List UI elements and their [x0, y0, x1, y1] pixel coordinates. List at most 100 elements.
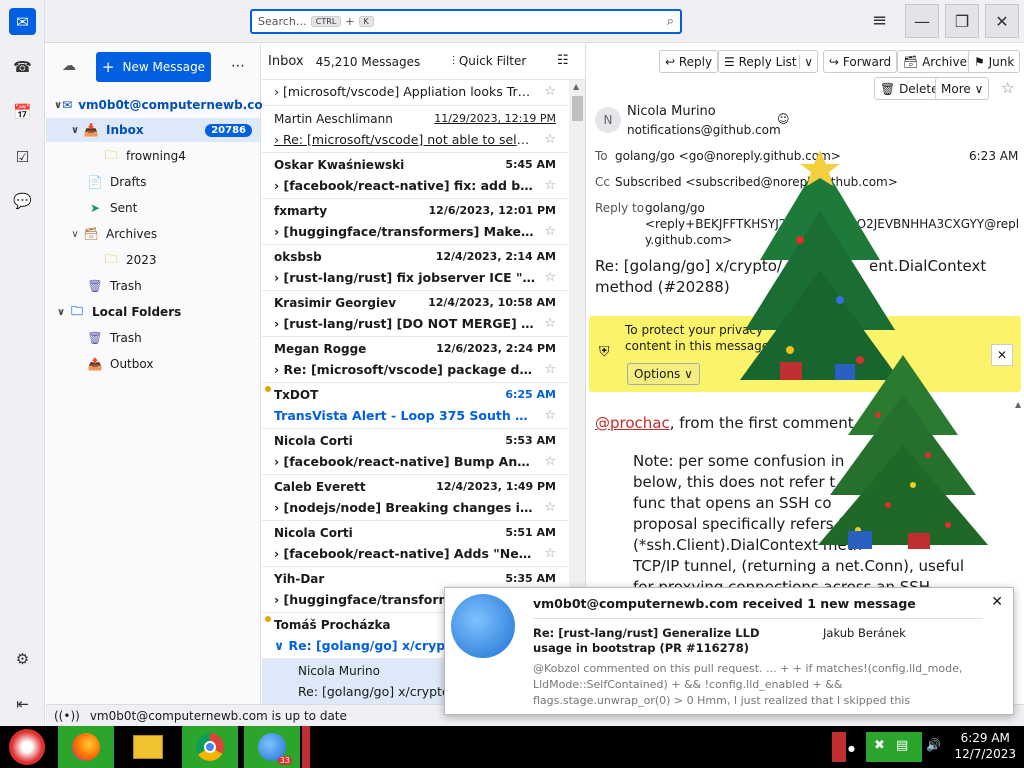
reply-list-button[interactable]: ☰ Reply List ∨	[718, 50, 818, 73]
spaces-toolbar: ✉ ☎ 📅 ☑ 💬 ⚙ ⇤	[0, 0, 45, 726]
folder-2023[interactable]: 🗀 2023	[46, 248, 260, 272]
close-icon[interactable]: ✕	[991, 344, 1013, 366]
trash-icon: 🗑	[87, 331, 103, 345]
list-item[interactable]: Krasimir Georgiev 12/4/2023, 10:58 AM › …	[262, 291, 568, 337]
star-icon[interactable]: ☆	[544, 500, 556, 515]
mail-icon[interactable]: ✉	[9, 8, 36, 35]
contact-icon[interactable]: ☺	[777, 112, 790, 126]
quick-filter-button[interactable]: ⫶ Quick Filter	[452, 54, 526, 69]
message-from: TxDOT	[274, 388, 319, 402]
star-icon[interactable]: ☆	[544, 178, 556, 193]
local-folders-row[interactable]: ∨ 🗀 Local Folders	[46, 300, 260, 324]
message-subject: › [facebook/react-native] Adds "Needs:..…	[274, 546, 536, 561]
message-count: 45,210 Messages	[315, 54, 421, 69]
list-item[interactable]: Oskar Kwaśniewski 5:45 AM › [facebook/re…	[262, 153, 568, 199]
minimize-button[interactable]: —	[905, 4, 939, 38]
scrollbar-thumb[interactable]	[572, 96, 583, 121]
message-date: 11/29/2023, 12:19 PM	[434, 112, 556, 125]
star-icon[interactable]: ☆	[544, 270, 556, 285]
close-icon[interactable]: ✕	[991, 594, 1003, 610]
sender-name[interactable]: Nicola Murino	[627, 104, 716, 119]
list-item[interactable]: Caleb Everett 12/4/2023, 1:49 PM › [node…	[262, 475, 568, 521]
divider	[533, 618, 983, 619]
sender-email[interactable]: notifications@github.com	[627, 123, 781, 137]
battery-icon[interactable]: ▤	[896, 738, 908, 753]
junk-button[interactable]: ⚑ Junk	[968, 50, 1021, 73]
star-icon[interactable]: ☆	[544, 546, 556, 561]
account-row[interactable]: ∨ ✉ vm0b0t@computernewb.com	[46, 93, 275, 117]
delete-label: Delete	[899, 81, 939, 96]
start-button[interactable]	[4, 726, 50, 768]
file-explorer-icon	[133, 735, 163, 759]
message-date: 12/6/2023, 12:01 PM	[428, 204, 556, 217]
clock[interactable]: 6:29 AM 12/7/2023	[954, 730, 1016, 762]
taskbar-firefox[interactable]	[58, 726, 114, 768]
star-icon[interactable]: ☆	[544, 362, 556, 377]
reply-button[interactable]: ↩ Reply	[659, 50, 719, 73]
folder-archives[interactable]: ∨ 🗃 Archives	[46, 222, 260, 246]
new-mail-notification[interactable]: vm0b0t@computernewb.com received 1 new m…	[444, 587, 1014, 715]
folder-drafts[interactable]: 📄 Drafts	[46, 170, 260, 194]
search-input[interactable]: Search… CTRL + K ⌕	[250, 9, 682, 34]
list-item[interactable]: Megan Rogge 12/6/2023, 2:24 PM › Re: [mi…	[262, 337, 568, 383]
options-button[interactable]: Options ∨	[627, 363, 700, 385]
archive-button[interactable]: 🗃 Archive	[897, 50, 973, 73]
folder-trash[interactable]: 🗑 Trash	[46, 274, 260, 298]
close-button[interactable]: ✕	[985, 4, 1019, 38]
message-date: 12/4/2023, 10:58 AM	[428, 296, 556, 309]
replyto-line-4[interactable]: y.github.com>	[645, 233, 732, 247]
calendar-icon[interactable]: 📅	[9, 98, 36, 125]
star-icon[interactable]: ☆	[544, 84, 556, 99]
list-item[interactable]: fxmarty 12/6/2023, 12:01 PM › [huggingfa…	[262, 199, 568, 245]
notification-preview: @Kobzol commented on this pull request. …	[533, 662, 963, 707]
star-icon[interactable]: ☆	[544, 316, 556, 331]
more-button[interactable]: More ∨	[935, 77, 990, 100]
tasks-icon[interactable]: ☑	[9, 143, 36, 170]
get-messages-icon[interactable]: ☁	[62, 58, 76, 74]
maximize-button[interactable]: ❐	[945, 4, 979, 38]
replyto-line-1[interactable]: golang/go	[645, 201, 705, 215]
mention-link[interactable]: @prochac	[595, 414, 670, 432]
search-icon[interactable]: ⌕	[667, 14, 674, 29]
folder-frowning4[interactable]: 🗀 frowning4	[46, 144, 260, 168]
taskbar-explorer[interactable]	[120, 726, 176, 768]
forward-button[interactable]: ↪ Forward	[823, 50, 898, 73]
star-icon[interactable]: ☆	[1001, 79, 1014, 97]
app-menu-icon[interactable]: ≡	[872, 10, 887, 31]
notification-author: Jakub Beránek	[823, 626, 906, 640]
kbd-k: K	[358, 16, 374, 27]
star-icon[interactable]: ☆	[544, 224, 556, 239]
new-message-button[interactable]: + New Message	[96, 52, 211, 82]
scroll-up-icon[interactable]: ▲	[573, 82, 579, 91]
star-icon[interactable]: ☆	[544, 408, 556, 423]
folder-sent[interactable]: ➤ Sent	[46, 196, 260, 220]
taskbar-thunderbird[interactable]: 33	[244, 726, 300, 768]
list-item[interactable]: Nicola Corti 5:51 AM › [facebook/react-n…	[262, 521, 568, 567]
folder-pane-menu-icon[interactable]: ⋯	[231, 58, 245, 74]
list-item[interactable]: TxDOT 6:25 AM TransVista Alert - Loop 37…	[262, 383, 568, 429]
folder-outbox[interactable]: 📤 Outbox	[46, 352, 260, 376]
message-from: Krasimir Georgiev	[274, 296, 397, 310]
collapse-icon[interactable]: ⇤	[9, 690, 36, 717]
list-item[interactable]: Martin Aeschlimann 11/29/2023, 12:19 PM …	[262, 107, 568, 153]
list-item[interactable]: oksbsb 12/4/2023, 2:14 AM › [rust-lang/r…	[262, 245, 568, 291]
list-item[interactable]: › [microsoft/vscode] Appliation looks Tr…	[262, 80, 568, 106]
folder-inbox[interactable]: ∨ 📥 Inbox 20786	[46, 118, 260, 142]
list-item[interactable]: Nicola Corti 5:53 AM › [facebook/react-n…	[262, 429, 568, 475]
star-icon[interactable]: ☆	[544, 454, 556, 469]
delete-button[interactable]: 🗑 Delete	[874, 77, 945, 100]
folder-local-trash[interactable]: 🗑 Trash	[46, 326, 260, 350]
scroll-up-icon[interactable]: ▲	[1015, 400, 1021, 409]
address-book-icon[interactable]: ☎	[9, 53, 36, 80]
taskbar-chrome[interactable]	[182, 726, 238, 768]
list-options-icon[interactable]: ☷	[557, 53, 569, 68]
volume-icon[interactable]: 🔊	[926, 738, 941, 752]
chat-icon[interactable]: 💬	[9, 187, 36, 214]
thunderbird-logo-icon	[451, 594, 515, 658]
online-status-icon[interactable]: ((•))	[54, 709, 80, 723]
chevron-down-icon[interactable]: ∨	[799, 54, 813, 69]
network-icon[interactable]: ✖	[874, 738, 885, 753]
tray-icons[interactable]: ✖ ▤	[866, 732, 922, 762]
settings-gear-icon[interactable]: ⚙	[9, 645, 36, 672]
star-icon[interactable]: ☆	[544, 132, 556, 147]
